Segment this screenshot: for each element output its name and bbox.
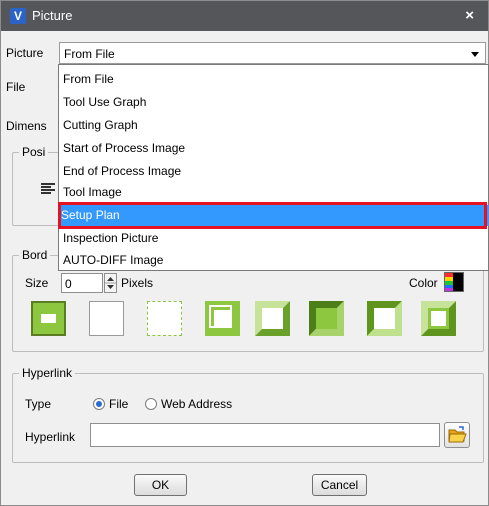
border-style-none-tile[interactable]: [89, 301, 124, 336]
picture-label: Picture: [6, 46, 44, 60]
browse-folder-button[interactable]: [444, 422, 470, 448]
folder-open-icon: [448, 426, 467, 443]
dropdown-option-cutting-graph[interactable]: Cutting Graph: [61, 115, 138, 136]
color-swatch-icon: [445, 273, 453, 291]
dropdown-option-end-of-process-image[interactable]: End of Process Image: [61, 161, 181, 182]
picture-source-dropdown-list[interactable]: From File Tool Use Graph Cutting Graph S…: [58, 64, 489, 271]
position-group-label: Posi: [19, 145, 49, 159]
hyperlink-group: Hyperlink: [12, 366, 484, 463]
border-size-input[interactable]: 0: [61, 273, 103, 293]
border-size-value: 0: [65, 277, 72, 291]
border-style-dotted-tile[interactable]: [147, 301, 182, 336]
border-style-groove-tile[interactable]: [255, 301, 290, 336]
dropdown-option-tool-use-graph[interactable]: Tool Use Graph: [61, 92, 146, 113]
border-style-inset-tile[interactable]: [367, 301, 402, 336]
selection-highlight-box: [58, 202, 487, 229]
hyperlink-field-label: Hyperlink: [25, 430, 76, 444]
dropdown-option-inspection-picture[interactable]: Inspection Picture: [61, 228, 158, 249]
file-label: File: [6, 80, 26, 94]
hyperlink-group-label: Hyperlink: [19, 366, 76, 380]
picture-source-value: From File: [64, 47, 115, 61]
dropdown-option-from-file[interactable]: From File: [61, 69, 114, 90]
dropdown-option-start-of-process-image[interactable]: Start of Process Image: [61, 138, 185, 159]
border-style-solid-tile[interactable]: [31, 301, 66, 336]
type-file-label[interactable]: File: [109, 397, 128, 411]
dropdown-option-auto-diff-image[interactable]: AUTO-DIFF Image: [61, 250, 163, 271]
app-logo-icon: V: [10, 8, 26, 24]
border-size-label: Size: [25, 276, 49, 290]
border-style-outset-tile[interactable]: [421, 301, 456, 336]
border-style-ridge-tile[interactable]: [309, 301, 344, 336]
border-pixels-label: Pixels: [121, 276, 154, 290]
picture-source-combobox[interactable]: From File: [59, 42, 486, 64]
dialog-title: Picture: [32, 8, 73, 23]
dropdown-option-tool-image[interactable]: Tool Image: [61, 182, 122, 203]
title-bar[interactable]: V Picture ×: [1, 1, 488, 31]
close-icon[interactable]: ×: [465, 7, 474, 24]
ok-button[interactable]: OK: [134, 474, 187, 496]
border-size-spinner[interactable]: [104, 273, 117, 293]
cancel-button[interactable]: Cancel: [312, 474, 367, 496]
align-left-icon[interactable]: [41, 183, 55, 195]
border-color-picker[interactable]: [444, 272, 464, 292]
type-web-address-radio[interactable]: [145, 398, 157, 410]
type-file-radio[interactable]: [93, 398, 105, 410]
border-style-double-tile[interactable]: [205, 301, 240, 336]
type-web-address-label[interactable]: Web Address: [161, 397, 232, 411]
border-group-label: Bord: [19, 248, 51, 262]
hyperlink-input[interactable]: [90, 423, 440, 447]
hyperlink-type-label: Type: [25, 397, 52, 411]
chevron-down-icon[interactable]: [471, 52, 479, 57]
dimensions-label: Dimens: [6, 119, 47, 133]
border-color-label: Color: [409, 276, 438, 290]
